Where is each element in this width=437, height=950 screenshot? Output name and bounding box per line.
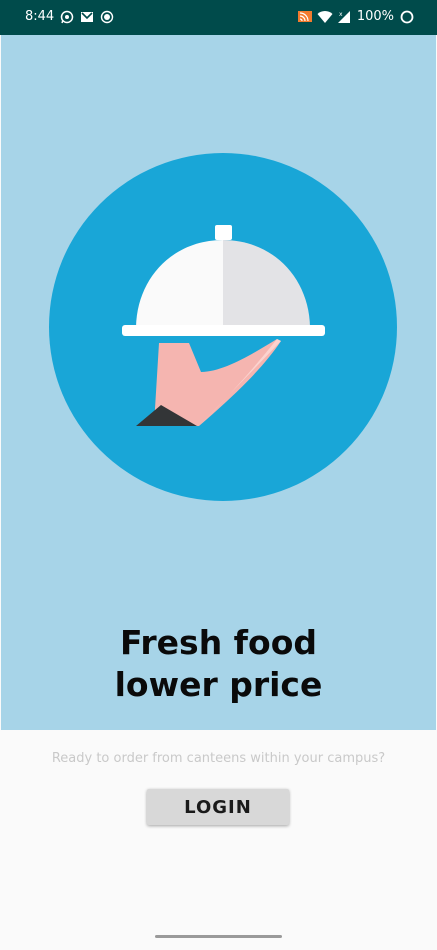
record-icon bbox=[100, 10, 114, 24]
status-bar: 8:44 x 100% bbox=[0, 0, 437, 35]
battery-icon bbox=[400, 10, 414, 24]
svg-text:x: x bbox=[339, 11, 343, 18]
battery-percent: 100% bbox=[356, 9, 394, 24]
gmail-icon bbox=[80, 10, 94, 24]
status-time: 8:44 bbox=[25, 9, 55, 24]
login-button[interactable]: LOGIN bbox=[147, 789, 289, 825]
wifi-icon bbox=[317, 10, 333, 24]
gesture-nav-bar[interactable] bbox=[155, 935, 282, 938]
cast-icon bbox=[297, 10, 312, 24]
headline-line-2: lower price bbox=[114, 665, 323, 704]
headline-line-1: Fresh food bbox=[119, 623, 318, 662]
whatsapp-icon bbox=[60, 10, 74, 24]
cloche-icon bbox=[122, 225, 325, 426]
subtitle-text: Ready to order from canteens within your… bbox=[51, 751, 386, 766]
signal-icon: x bbox=[337, 10, 351, 24]
